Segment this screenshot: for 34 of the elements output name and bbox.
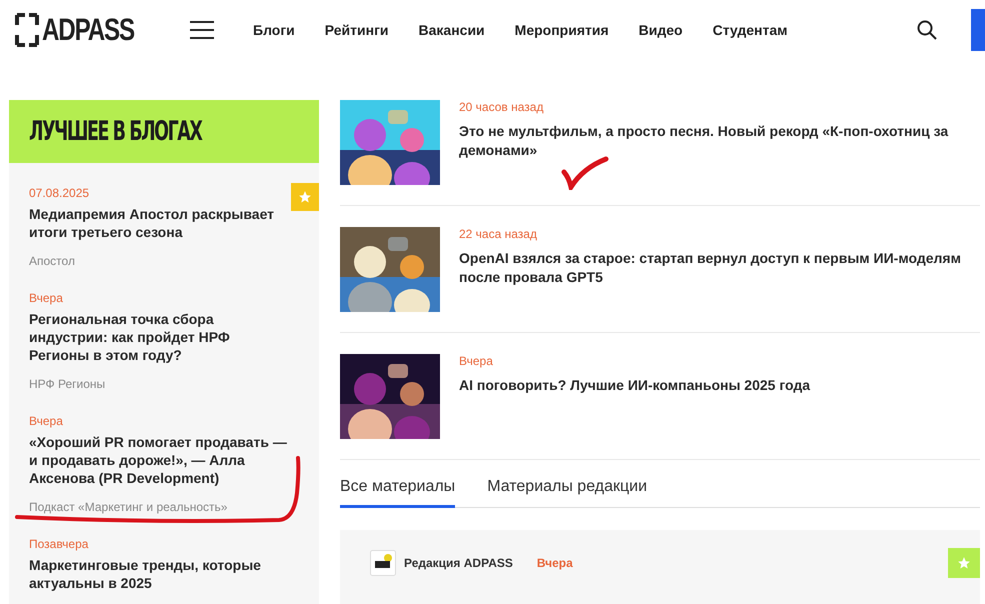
post-date: Вчера <box>29 291 64 305</box>
check-mark <box>561 156 609 190</box>
post-date: 07.08.2025 <box>29 186 90 200</box>
nav-link[interactable]: Рейтинги <box>324 22 389 38</box>
nav-link[interactable]: Блоги <box>253 22 295 38</box>
bracket-icon <box>15 13 39 47</box>
author-name[interactable]: Редакция ADPASS <box>404 556 513 570</box>
nav-link[interactable]: Вакансии <box>418 22 485 38</box>
header-button[interactable] <box>971 9 985 51</box>
star-badge[interactable] <box>291 183 319 211</box>
tab[interactable]: Все материалы <box>340 478 456 508</box>
article-title[interactable]: OpenAI взялся за старое: стартап вернул доступ к первым ИИ-моделям после провала GPT5 <box>459 249 980 287</box>
logo[interactable]: ADPASS <box>42 12 134 48</box>
article-title[interactable]: AI поговорить? Лучшие ИИ-компаньоны 2025 года <box>459 376 810 395</box>
article-time: Вчера <box>459 354 494 368</box>
avatar-icon <box>370 550 396 576</box>
post-title[interactable]: Медиапремия Апостол раскрывает итоги третьего сезона <box>29 205 291 241</box>
menu-icon[interactable] <box>190 21 214 39</box>
post-date: Вчера <box>29 414 64 428</box>
star-badge[interactable] <box>948 548 980 578</box>
sidebar-title: ЛУЧШЕЕ В БЛОГАХ <box>29 116 202 147</box>
search-icon[interactable] <box>917 20 937 40</box>
post-title[interactable]: Маркетинговые тренды, которые актуальны в 2025 <box>29 556 291 592</box>
article-time: 20 часов назад <box>459 100 544 114</box>
post-title[interactable]: «Хороший PR помогает продавать — и продавать дороже!», — Алла Аксенова (PR Development) <box>29 433 291 487</box>
article-title[interactable]: Это не мультфильм, а просто песня. Новый рекорд «К-поп-охотниц за демонами» <box>459 122 980 160</box>
nav-link[interactable]: Мероприятия <box>514 22 609 38</box>
post-title[interactable]: Региональная точка сбора индустрии: как пройдет НРФ Регионы в этом году? <box>29 310 291 364</box>
post-date: Позавчера <box>29 537 90 551</box>
nav-link[interactable]: Видео <box>638 22 683 38</box>
card-time: Вчера <box>536 556 573 570</box>
article-time: 22 часа назад <box>459 227 538 241</box>
nav-link[interactable]: Студентам <box>712 22 788 38</box>
tab[interactable]: Материалы редакции <box>487 478 648 508</box>
